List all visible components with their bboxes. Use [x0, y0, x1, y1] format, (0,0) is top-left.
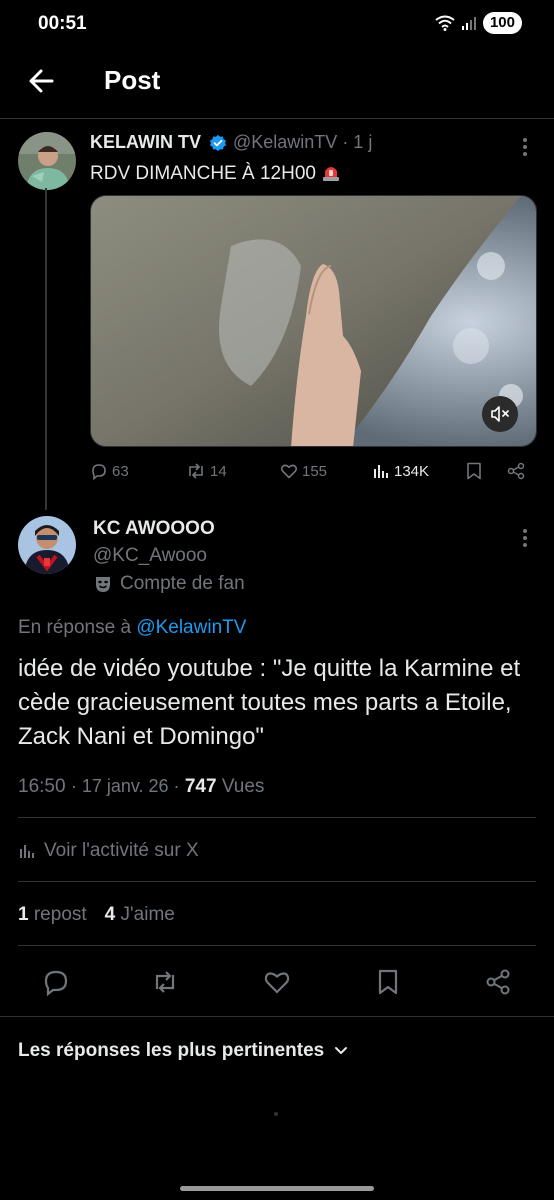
- parent-tweet-age: · 1 j: [342, 132, 373, 152]
- bookmark-icon: [467, 462, 481, 480]
- like-stat-label: J'aime: [120, 904, 175, 925]
- verified-badge-icon: [209, 134, 227, 151]
- heart-icon[interactable]: [263, 968, 291, 996]
- fan-account-label: Compte de fan: [93, 573, 245, 595]
- like-stat-count: 4: [104, 904, 116, 925]
- top-bar: Post: [0, 55, 554, 107]
- views-chart-icon: [374, 465, 388, 478]
- reply-sort-label: Les réponses les plus pertinentes: [18, 1040, 325, 1061]
- reply-action[interactable]: 63: [90, 462, 129, 480]
- reply-tweet-actions: [0, 962, 554, 1002]
- replying-to: En réponse à @KelawinTV: [18, 617, 246, 639]
- share-action[interactable]: [506, 462, 526, 480]
- fan-account-text: Compte de fan: [120, 573, 245, 594]
- siren-emoji-icon: [323, 167, 340, 181]
- bookmark-icon[interactable]: [374, 968, 402, 996]
- parent-tweet-text: RDV DIMANCHE À 12H00: [90, 162, 341, 185]
- loading-indicator: [274, 1112, 278, 1116]
- theater-mask-icon: [96, 577, 110, 592]
- parent-tweet-actions: 63 14 155 134K: [90, 462, 530, 486]
- status-icons: 100: [435, 12, 522, 34]
- tweet-date: · 17 janv. 26 ·: [70, 776, 180, 796]
- tweet-time: 16:50: [18, 776, 66, 797]
- chevron-down-icon: [335, 1047, 348, 1054]
- activity-chart-icon: [20, 845, 34, 858]
- like-count: 155: [302, 462, 328, 480]
- divider: [18, 817, 536, 818]
- repost-icon[interactable]: [151, 968, 179, 996]
- mute-icon[interactable]: [482, 396, 518, 432]
- share-icon: [507, 462, 525, 480]
- reply-tweet-text: idée de vidéo youtube : "Je quitte la Ka…: [18, 655, 521, 750]
- views-action[interactable]: 134K: [372, 462, 429, 480]
- divider: [0, 1016, 554, 1017]
- parent-tweet-text-content: RDV DIMANCHE À 12H00: [90, 163, 316, 184]
- reply-icon[interactable]: [42, 968, 70, 996]
- tweet-meta: 16:50 · 17 janv. 26 · 747 Vues: [18, 776, 264, 798]
- heart-icon: [280, 464, 298, 479]
- wifi-icon: [435, 15, 455, 31]
- like-stat[interactable]: 4 J'aime: [105, 904, 175, 926]
- share-icon[interactable]: [484, 968, 512, 996]
- repost-count: 14: [210, 462, 227, 480]
- reply-count: 63: [112, 462, 129, 480]
- page-title: Post: [104, 65, 161, 95]
- engagement-stats: 1 repost 4 J'aime: [18, 904, 175, 926]
- divider: [18, 881, 536, 882]
- signal-icon: [461, 17, 476, 30]
- reply-author-name[interactable]: KC AWOOOO: [93, 518, 215, 540]
- tweet-views-count: 747: [184, 776, 217, 797]
- repost-stat[interactable]: 1 repost: [18, 904, 87, 926]
- divider: [0, 118, 554, 119]
- reply-sort-selector[interactable]: Les réponses les plus pertinentes: [18, 1040, 348, 1062]
- view-activity-label: Voir l'activité sur X: [44, 840, 199, 861]
- repost-stat-count: 1: [18, 904, 29, 925]
- thread-line: [45, 188, 47, 510]
- repost-action[interactable]: 14: [186, 462, 227, 480]
- repost-icon: [189, 463, 203, 479]
- tweet-views-label: Vues: [221, 776, 265, 797]
- parent-author-name[interactable]: KELAWIN TV: [90, 132, 201, 153]
- views-count: 134K: [394, 462, 430, 480]
- parent-tweet-header: KELAWIN TV @KelawinTV · 1 j: [90, 132, 372, 153]
- home-indicator[interactable]: [180, 1186, 374, 1191]
- parent-author-handle[interactable]: @KelawinTV: [233, 132, 337, 153]
- reply-avatar[interactable]: [18, 516, 76, 574]
- bookmark-action[interactable]: [466, 462, 482, 480]
- status-time: 00:51: [38, 13, 87, 34]
- battery-indicator: 100: [482, 12, 522, 34]
- repost-stat-label: repost: [33, 904, 87, 925]
- status-bar: 00:51 100: [0, 0, 554, 50]
- view-activity-link[interactable]: Voir l'activité sur X: [18, 840, 199, 862]
- reply-author-handle[interactable]: @KC_Awooo: [93, 545, 207, 567]
- reply-icon: [92, 464, 106, 480]
- more-options-icon[interactable]: [522, 137, 528, 157]
- divider: [18, 945, 536, 946]
- more-options-icon[interactable]: [522, 528, 528, 548]
- tweet-video[interactable]: [90, 195, 537, 447]
- replying-to-mention[interactable]: @KelawinTV: [136, 617, 246, 638]
- replying-to-prefix: En réponse à: [18, 617, 132, 638]
- back-arrow-icon[interactable]: [24, 63, 60, 99]
- parent-avatar[interactable]: [18, 132, 76, 190]
- like-action[interactable]: 155: [280, 462, 327, 480]
